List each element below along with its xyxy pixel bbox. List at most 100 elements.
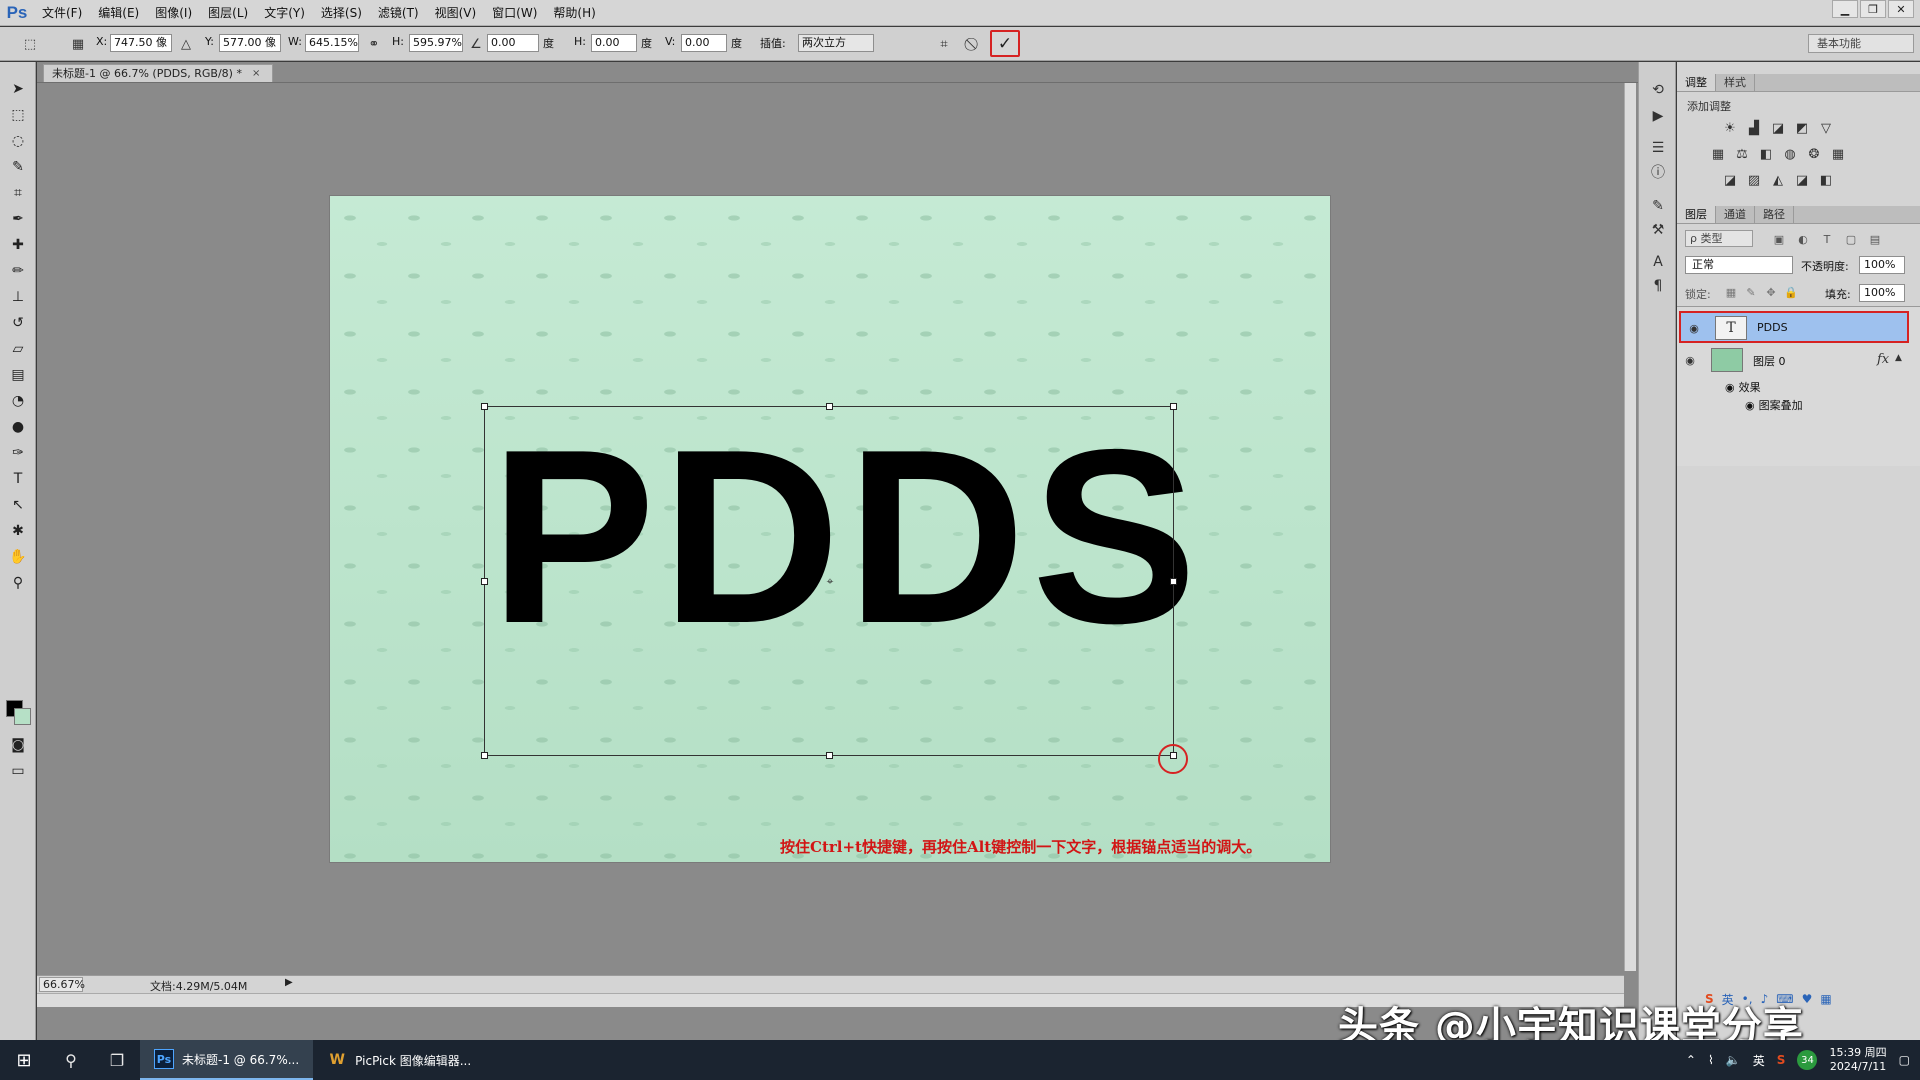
visibility-eye-icon[interactable]: ◉ — [1683, 353, 1697, 367]
menu-type[interactable]: 文字(Y) — [256, 0, 313, 26]
layer-name-layer-0[interactable]: 图层 0 — [1753, 353, 1786, 369]
gradient-map-adjust-icon[interactable]: ◧ — [1817, 172, 1835, 188]
lock-all-icon[interactable]: 🔒 — [1783, 284, 1799, 300]
layer-row-layer-0[interactable]: ◉ 图层 0 fx ▲ — [1677, 345, 1915, 377]
transform-handle-right[interactable] — [1170, 578, 1177, 585]
height-field[interactable]: 595.97% — [409, 34, 463, 52]
fill-field[interactable]: 100% — [1859, 284, 1905, 302]
fx-effects-icon[interactable]: fx — [1877, 352, 1889, 367]
paragraph-panel-icon[interactable]: ¶ — [1648, 276, 1668, 296]
properties-panel-icon[interactable]: ☰ — [1648, 138, 1668, 158]
menu-view[interactable]: 视图(V) — [427, 0, 485, 26]
pattern-overlay-eye-icon[interactable]: ◉ — [1745, 399, 1755, 412]
taskbar-app-picpick[interactable]: W PicPick 图像编辑器... — [313, 1040, 485, 1080]
volume-icon[interactable]: 🔈 — [1726, 1053, 1741, 1067]
character-panel-icon[interactable]: A — [1648, 252, 1668, 272]
eraser-tool-icon[interactable]: ▱ — [7, 338, 29, 360]
document-tab[interactable]: 未标题-1 @ 66.7% (PDDS, RGB/8) * × — [43, 64, 274, 83]
menu-layer[interactable]: 图层(L) — [200, 0, 256, 26]
close-button[interactable]: ✕ — [1888, 0, 1914, 18]
dodge-tool-icon[interactable]: ● — [7, 416, 29, 438]
eyedropper-tool-icon[interactable]: ✒ — [7, 208, 29, 230]
shape-filter-icon[interactable]: ▢ — [1843, 231, 1859, 247]
zoom-tool-icon[interactable]: ⚲ — [7, 572, 29, 594]
smart-object-filter-icon[interactable]: ▤ — [1867, 231, 1883, 247]
menu-filter[interactable]: 滤镜(T) — [370, 0, 427, 26]
screen-mode-icon[interactable]: ▭ — [7, 760, 29, 782]
type-filter-icon[interactable]: T — [1819, 231, 1835, 247]
actions-panel-icon[interactable]: ▶ — [1648, 106, 1668, 126]
tab-adjustments[interactable]: 调整 — [1677, 74, 1716, 91]
layer-row-pdds[interactable]: ◉ T PDDS — [1679, 311, 1909, 343]
workspace-select[interactable]: 基本功能 — [1808, 34, 1914, 53]
close-tab-icon[interactable]: × — [252, 65, 260, 83]
marquee-tool-icon[interactable]: ⬚ — [7, 104, 29, 126]
taskbar-app-photoshop[interactable]: Ps 未标题-1 @ 66.7%... — [140, 1040, 314, 1080]
link-icon[interactable]: ⚭ — [364, 34, 384, 54]
y-field[interactable]: 577.00 像 — [219, 34, 281, 52]
levels-adjust-icon[interactable]: ▟ — [1745, 120, 1763, 136]
brush-presets-icon[interactable]: ✎ — [1648, 196, 1668, 216]
sogou-tray-icon[interactable]: S — [1777, 1053, 1786, 1067]
vibrance-adjust-icon[interactable]: ▽ — [1817, 120, 1835, 136]
clone-stamp-tool-icon[interactable]: ⊥ — [7, 286, 29, 308]
lasso-tool-icon[interactable]: ◌ — [7, 130, 29, 152]
transform-handle-top-left[interactable] — [481, 403, 488, 410]
move-tool-icon[interactable]: ➤ — [7, 78, 29, 100]
search-icon[interactable]: ⚲ — [48, 1040, 94, 1080]
tab-layers[interactable]: 图层 — [1677, 206, 1716, 223]
visibility-eye-icon[interactable]: ◉ — [1687, 321, 1701, 335]
reference-point-grid-icon[interactable]: ▦ — [68, 34, 88, 54]
lock-transparent-icon[interactable]: ▦ — [1723, 284, 1739, 300]
collapse-effects-arrow-icon[interactable]: ▲ — [1895, 353, 1902, 363]
menu-image[interactable]: 图像(I) — [147, 0, 200, 26]
pixel-filter-icon[interactable]: ▣ — [1771, 231, 1787, 247]
transform-handle-top[interactable] — [826, 403, 833, 410]
brightness-adjust-icon[interactable]: ☀ — [1721, 120, 1739, 136]
menu-select[interactable]: 选择(S) — [313, 0, 370, 26]
layer-name-pdds[interactable]: PDDS — [1757, 321, 1788, 334]
menu-help[interactable]: 帮助(H) — [545, 0, 603, 26]
angle-field[interactable]: 0.00 — [487, 34, 539, 52]
crop-tool-icon[interactable]: ⌗ — [7, 182, 29, 204]
ime-toolbox-icon[interactable]: ▦ — [1820, 992, 1831, 1006]
transform-handle-bottom[interactable] — [826, 752, 833, 759]
menu-window[interactable]: 窗口(W) — [484, 0, 545, 26]
zoom-level-field[interactable]: 66.67% — [39, 977, 85, 992]
history-panel-icon[interactable]: ⟲ — [1648, 80, 1668, 100]
interpolation-select[interactable]: 两次立方 — [798, 34, 874, 52]
tray-ime-lang[interactable]: 英 — [1753, 1052, 1765, 1069]
restore-button[interactable]: ❐ — [1860, 0, 1886, 18]
pattern-overlay-effect-row[interactable]: ◉ 图案叠加 — [1745, 397, 1803, 413]
pen-tool-icon[interactable]: ✑ — [7, 442, 29, 464]
healing-brush-tool-icon[interactable]: ✚ — [7, 234, 29, 256]
x-field[interactable]: 747.50 像 — [110, 34, 172, 52]
curves-adjust-icon[interactable]: ◪ — [1769, 120, 1787, 136]
history-brush-tool-icon[interactable]: ↺ — [7, 312, 29, 334]
h-skew-field[interactable]: 0.00 — [591, 34, 637, 52]
lock-image-icon[interactable]: ✎ — [1743, 284, 1759, 300]
relative-position-icon[interactable]: △ — [176, 34, 196, 54]
hue-saturation-adjust-icon[interactable]: ▦ — [1709, 146, 1727, 162]
transform-handle-left[interactable] — [481, 578, 488, 585]
color-balance-adjust-icon[interactable]: ⚖ — [1733, 146, 1751, 162]
canvas[interactable]: PDDS ⌖ 按住Ctrl+t快捷键，再按住Alt键控制一下文字，根据锚点适当的… — [330, 196, 1330, 862]
brush-tool-icon[interactable]: ✏ — [7, 260, 29, 282]
cancel-transform-icon[interactable]: ⃠ — [964, 34, 984, 54]
clock[interactable]: 15:39 周四 2024/7/11 — [1829, 1046, 1886, 1074]
windows-start-icon[interactable]: ⊞ — [0, 1040, 48, 1080]
color-lookup-adjust-icon[interactable]: ▦ — [1829, 146, 1847, 162]
adjustment-filter-icon[interactable]: ◐ — [1795, 231, 1811, 247]
reference-point-icon[interactable]: ⌖ — [824, 575, 836, 587]
transform-handle-top-right[interactable] — [1170, 403, 1177, 410]
layer-filter-type-select[interactable]: ρ 类型 — [1685, 230, 1753, 247]
posterize-adjust-icon[interactable]: ▨ — [1745, 172, 1763, 188]
shape-tool-icon[interactable]: ✱ — [7, 520, 29, 542]
notification-count-badge[interactable]: 34 — [1797, 1050, 1818, 1070]
path-select-tool-icon[interactable]: ↖ — [7, 494, 29, 516]
effects-group-row[interactable]: ◉ 效果 — [1725, 379, 1761, 395]
selective-color-adjust-icon[interactable]: ◪ — [1793, 172, 1811, 188]
black-white-adjust-icon[interactable]: ◧ — [1757, 146, 1775, 162]
tool-presets-icon[interactable]: ⚒ — [1648, 220, 1668, 240]
lock-position-icon[interactable]: ✥ — [1763, 284, 1779, 300]
